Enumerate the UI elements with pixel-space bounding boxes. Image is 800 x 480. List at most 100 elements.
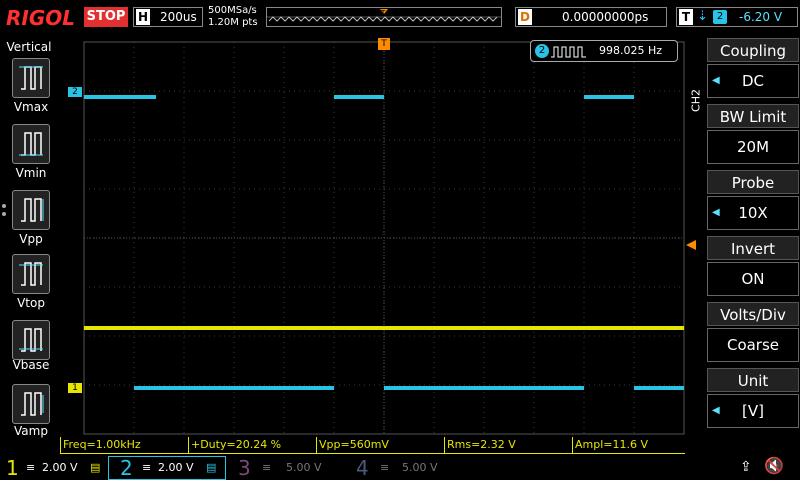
waveform-display[interactable] [60,36,686,436]
invert-title: Invert [707,236,799,260]
vbase-label: Vbase [12,358,50,372]
rigol-logo: RIGOL [6,6,76,30]
usb-icon: ⇪ [740,459,752,475]
bw-limit-menu[interactable]: BW Limit 20M [707,104,799,166]
trigger-source-channel: 2 [713,10,727,24]
measurement-duty[interactable]: +Duty=20.24 % [188,437,317,454]
acquisition-info: 500MSa/s 1.20M pts [208,5,258,29]
measurement-vpp[interactable]: Vpp=560mV [316,437,445,454]
vmax-icon [19,66,43,90]
unit-menu[interactable]: Unit ◀ [V] [707,368,799,430]
ch2-tag: CH2 [689,89,703,112]
coupling-menu[interactable]: Coupling ◀ DC [707,38,799,100]
vtop-icon [19,262,43,286]
ch2-high-segment [584,95,634,99]
invert-menu[interactable]: Invert ON [707,236,799,298]
trigger-time-marker[interactable]: T [378,38,390,50]
memory-position-bar[interactable]: T [266,7,502,27]
ch3-coupling-icon: ≡ [262,461,272,474]
delay-value: 0.00000000ps [562,10,649,24]
ch4-coupling-icon: ≡ [380,461,390,474]
ch2-number[interactable]: 2 [120,456,133,480]
vamp-icon [21,392,44,416]
vmin-button[interactable] [12,124,50,164]
svg-text:T: T [380,9,386,17]
selector-arrow-icon: ◀ [712,75,720,86]
ch1-coupling-icon: ≡ [26,461,36,474]
ch1-offset-marker[interactable]: 1 [68,383,82,393]
channel-menu: CH2 Coupling ◀ DC BW Limit 20M Probe ◀ 10X… [688,36,800,436]
vertical-title: Vertical [6,40,52,54]
frequency-counter: 2 998.025 Hz [530,40,678,62]
ch2-low-segment [384,386,584,390]
ch3-number[interactable]: 3 [238,456,251,480]
ch2-low-segment [134,386,334,390]
measurement-freq[interactable]: Freq=1.00kHz [60,437,189,454]
volts-div-title: Volts/Div [707,302,799,326]
vmin-label: Vmin [15,166,47,180]
speaker-muted-icon[interactable]: 🔇 [764,458,784,474]
ch2-low-segment [634,386,684,390]
ch1-scale[interactable]: 2.00 V [42,460,78,476]
measurement-sidebar: Vertical Vmax Vmin Vpp Vtop Vbase Vamp [0,36,58,438]
ch2-offset-marker[interactable]: 2 [68,87,82,97]
measurement-ampl[interactable]: Ampl=11.6 V [572,437,685,454]
sample-rate: 500MSa/s [208,5,257,16]
ch2-scale[interactable]: 2.00 V [158,460,194,476]
memory-depth: 1.20M pts [208,17,258,28]
counter-value: 998.025 Hz [599,44,663,57]
trigger-level: -6.20 V [739,10,783,24]
ch3-scale[interactable]: 5.00 V [286,460,322,476]
measurement-rms[interactable]: Rms=2.32 V [444,437,573,454]
unit-value-box[interactable]: ◀ [V] [707,394,799,428]
memory-waveform-preview: T [267,9,501,22]
measurement-results-bar: Freq=1.00kHz +Duty=20.24 % Vpp=560mV Rms… [60,437,686,454]
square-wave-icon [551,46,586,58]
probe-menu[interactable]: Probe ◀ 10X [707,170,799,232]
ch2-high-segment [84,95,156,99]
ch4-number[interactable]: 4 [356,456,369,480]
vtop-button[interactable] [12,254,50,294]
scroll-dot [2,204,6,208]
ch1-trace [84,326,684,330]
unit-title: Unit [707,368,799,392]
selector-arrow-icon: ◀ [712,405,720,416]
vmin-icon [19,132,43,156]
counter-channel-badge: 2 [535,44,549,58]
run-stop-indicator[interactable]: STOP [84,7,128,27]
timebase-value: 200us [160,10,197,24]
vamp-label: Vamp [14,424,48,438]
selector-arrow-icon: ◀ [712,207,720,218]
vmax-label: Vmax [13,100,49,114]
top-status-bar: RIGOL STOP H 200us 500MSa/s 1.20M pts T … [0,0,800,36]
invert-value-box[interactable]: ON [707,262,799,296]
horizontal-timebase-box[interactable]: H 200us [133,7,203,27]
vbase-button[interactable] [12,320,50,360]
horizontal-label: H [136,9,150,25]
vbase-icon [19,328,43,352]
trigger-box[interactable]: T ⇣ 2 -6.20 V [676,7,798,27]
vmax-button[interactable] [12,58,50,98]
ch2-high-segment [334,95,384,99]
delay-label: D [518,9,532,25]
delay-box[interactable]: D 0.00000000ps [515,7,667,27]
vpp-button[interactable] [12,190,50,230]
volts-div-value-box[interactable]: Coarse [707,328,799,362]
graticule [83,41,685,435]
coupling-title: Coupling [707,38,799,62]
bw-limit-value-box[interactable]: 20M [707,130,799,164]
ch2-coupling-icon: ≡ [142,461,152,474]
ch1-number[interactable]: 1 [6,456,19,480]
bw-limit-title: BW Limit [707,104,799,128]
volts-div-menu[interactable]: Volts/Div Coarse [707,302,799,364]
vamp-button[interactable] [12,384,50,424]
channel-status-bar: 1 ≡ 2.00 V ▤ 2 ≡ 2.00 V ▤ 3 ≡ 5.00 V 4 ≡… [0,456,800,480]
vpp-icon [21,198,44,222]
ch2-bw-icon: ▤ [206,461,217,474]
ch4-scale[interactable]: 5.00 V [402,460,438,476]
ch1-bw-icon: ▤ [90,461,101,474]
coupling-value-box[interactable]: ◀ DC [707,64,799,98]
vpp-label: Vpp [19,232,43,246]
probe-title: Probe [707,170,799,194]
probe-value-box[interactable]: ◀ 10X [707,196,799,230]
